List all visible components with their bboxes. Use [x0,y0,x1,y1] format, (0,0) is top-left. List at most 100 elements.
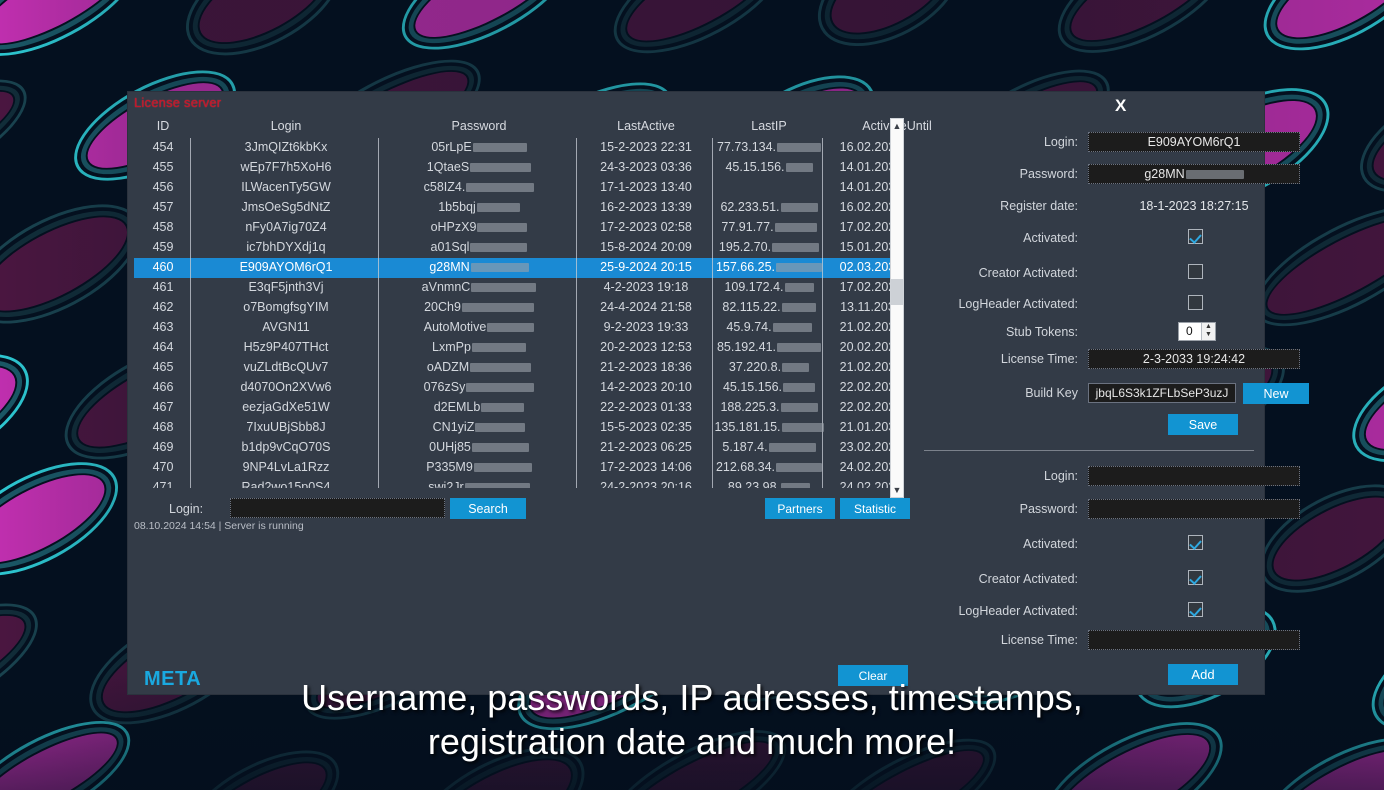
table-row[interactable]: 463 AVGN11 AutoMotive 9-2-2023 19:33 45.9.74… [134,318,902,338]
stub-tokens-stepper[interactable]: 0 ▲ ▼ [1178,322,1216,341]
detail-logheader-activated-checkbox[interactable] [1188,295,1203,310]
table-row[interactable]: 457 JmsOeSg5dNtZ 1b5bqj 16-2-2023 13:39 62.2… [134,198,902,218]
redacted-mask [477,223,528,233]
table-cell-id: 456 [152,180,174,194]
create-creator-activated-checkbox[interactable] [1188,570,1203,585]
search-input[interactable] [230,498,445,518]
redacted-mask [470,363,532,373]
redacted-mask [783,383,816,393]
create-activated-label: Activated: [1023,537,1078,551]
detail-license-time-row: License Time: 2-3-2033 19:24:42 [918,349,1300,371]
redacted-mask [464,483,530,488]
redacted-mask [473,463,532,473]
close-icon[interactable]: X [1115,96,1126,116]
create-login-row: Login: [918,466,1300,488]
detail-license-time-field[interactable]: 2-3-2033 19:24:42 [1088,349,1300,369]
table-cell-last-active: 24-3-2023 03:36 [600,160,692,174]
panel-divider [924,450,1254,451]
table-cell-id: 461 [152,280,174,294]
table-row[interactable]: 466 d4070On2XVw6 076zSy 14-2-2023 20:10 45.1… [134,378,902,398]
table-cell-login: 3JmQIZt6kbKx [244,140,328,154]
scrollbar-thumb[interactable] [891,279,903,305]
table-cell-login: E3qF5jnth3Vj [248,280,324,294]
create-creator-activated-label: Creator Activated: [978,572,1078,586]
new-build-key-button[interactable]: New [1243,383,1309,404]
table-cell-id: 470 [152,460,174,474]
table-row[interactable]: 464 H5z9P407THct LxmPp 20-2-2023 12:53 85.19… [134,338,902,358]
redacted-mask [774,223,817,233]
create-password-field[interactable] [1088,499,1300,519]
create-logheader-activated-checkbox[interactable] [1188,602,1203,617]
table-column-header[interactable]: LastIP [714,119,824,133]
table-cell-last-active: 17-1-2023 13:40 [600,180,692,194]
table-row[interactable]: 460 E909AYOM6rQ1 g28MN 25-9-2024 20:15 157.6… [134,258,902,278]
table-row[interactable]: 456 ILWacenTy5GW c58IZ4. 17-1-2023 13:40 14.… [134,178,902,198]
detail-password-field[interactable]: g28MN [1088,164,1300,184]
table-cell-last-active: 21-2-2023 06:25 [600,440,692,454]
create-login-field[interactable] [1088,466,1300,486]
table-column-header[interactable]: Login [192,119,380,133]
table-row[interactable]: 461 E3qF5jnth3Vj aVnmnC 4-2-2023 19:18 109.1… [134,278,902,298]
table-row[interactable]: 454 3JmQIZt6kbKx 05rLpE 15-2-2023 22:31 77.7… [134,138,902,158]
redacted-mask [768,443,816,453]
create-logheader-activated-label: LogHeader Activated: [958,604,1078,618]
table-cell-last-ip: 45.15.156. [714,380,824,394]
table-cell-last-ip: 77.73.134. [714,140,824,154]
table-cell-password: 20Ch9 [380,300,578,314]
table-row[interactable]: 471 Rad2wo15p0S4 swj2Jr 24-2-2023 20:16 89.2… [134,478,902,488]
detail-login-field[interactable]: E909AYOM6rQ1 [1088,132,1300,152]
table-cell-last-active: 24-2-2023 20:16 [600,480,692,488]
table-row[interactable]: 462 o7BomgfsgYIM 20Ch9 24-4-2024 21:58 82.11… [134,298,902,318]
create-license-time-field[interactable] [1088,630,1300,650]
stepper-arrows-icon[interactable]: ▲ ▼ [1201,323,1215,340]
redacted-mask [781,303,816,313]
table-cell-password: oHPzX9 [380,220,578,234]
redacted-mask [476,203,520,213]
table-column-header[interactable]: Password [380,119,578,133]
redacted-mask [776,263,823,273]
table-vertical-scrollbar[interactable]: ▲ ▼ [890,118,904,498]
table-cell-login: vuZLdtBcQUv7 [243,360,329,374]
create-password-label: Password: [1019,502,1078,516]
redacted-mask [781,483,811,488]
table-cell-last-ip: 77.91.77. [714,220,824,234]
table-row[interactable]: 470 9NP4LvLa1Rzz P335M9 17-2-2023 14:06 212.… [134,458,902,478]
build-key-field[interactable]: jbqL6S3k1ZFLbSeP3uzJ [1088,383,1236,403]
table-cell-login: E909AYOM6rQ1 [239,260,333,274]
table-cell-password: LxmPp [380,340,578,354]
table-row[interactable]: 467 eezjaGdXe51W d2EMLb 22-2-2023 01:33 188.… [134,398,902,418]
table-cell-login: eezjaGdXe51W [242,400,330,414]
table-row[interactable]: 458 nFy0A7ig70Z4 oHPzX9 17-2-2023 02:58 77.9… [134,218,902,238]
detail-password-row: Password: g28MN [918,164,1300,186]
table-cell-login: JmsOeSg5dNtZ [241,200,331,214]
table-row[interactable]: 465 vuZLdtBcQUv7 oADZM 21-2-2023 18:36 37.22… [134,358,902,378]
table-cell-password: aVnmnC [380,280,578,294]
detail-activated-checkbox[interactable] [1188,229,1203,244]
redacted-mask [784,283,814,293]
scroll-down-icon[interactable]: ▼ [891,483,903,497]
statistic-button[interactable]: Statistic [840,498,910,519]
redacted-mask [777,343,822,353]
table-cell-id: 459 [152,240,174,254]
table-row[interactable]: 455 wEp7F7h5XoH6 1QtaeS 24-3-2023 03:36 45.1… [134,158,902,178]
table-column-header[interactable]: LastActive [578,119,714,133]
partners-button[interactable]: Partners [765,498,835,519]
table-row[interactable]: 468 7IxuUBjSbb8J CN1yiZ 15-5-2023 02:35 135.… [134,418,902,438]
table-row[interactable]: 469 b1dp9vCqO70S 0UHj85 21-2-2023 06:25 5.18… [134,438,902,458]
table-row[interactable]: 459 ic7bhDYXdj1q a01Sql 15-8-2024 20:09 195.… [134,238,902,258]
table-cell-last-active: 20-2-2023 12:53 [600,340,692,354]
search-button[interactable]: Search [450,498,526,519]
table-cell-last-active: 25-9-2024 20:15 [600,260,692,274]
table-cell-id: 455 [152,160,174,174]
scroll-up-icon[interactable]: ▲ [891,119,903,133]
create-activated-checkbox[interactable] [1188,535,1203,550]
detail-creator-activated-checkbox[interactable] [1188,264,1203,279]
save-button[interactable]: Save [1168,414,1238,435]
redacted-mask [466,183,535,193]
table-body[interactable]: 454 3JmQIZt6kbKx 05rLpE 15-2-2023 22:31 77.7… [134,138,902,488]
redacted-mask [780,203,818,213]
redacted-mask [466,383,535,393]
redacted-mask [470,243,528,253]
create-creator-activated-row: Creator Activated: [918,569,1258,591]
table-column-header[interactable]: ID [134,119,192,133]
